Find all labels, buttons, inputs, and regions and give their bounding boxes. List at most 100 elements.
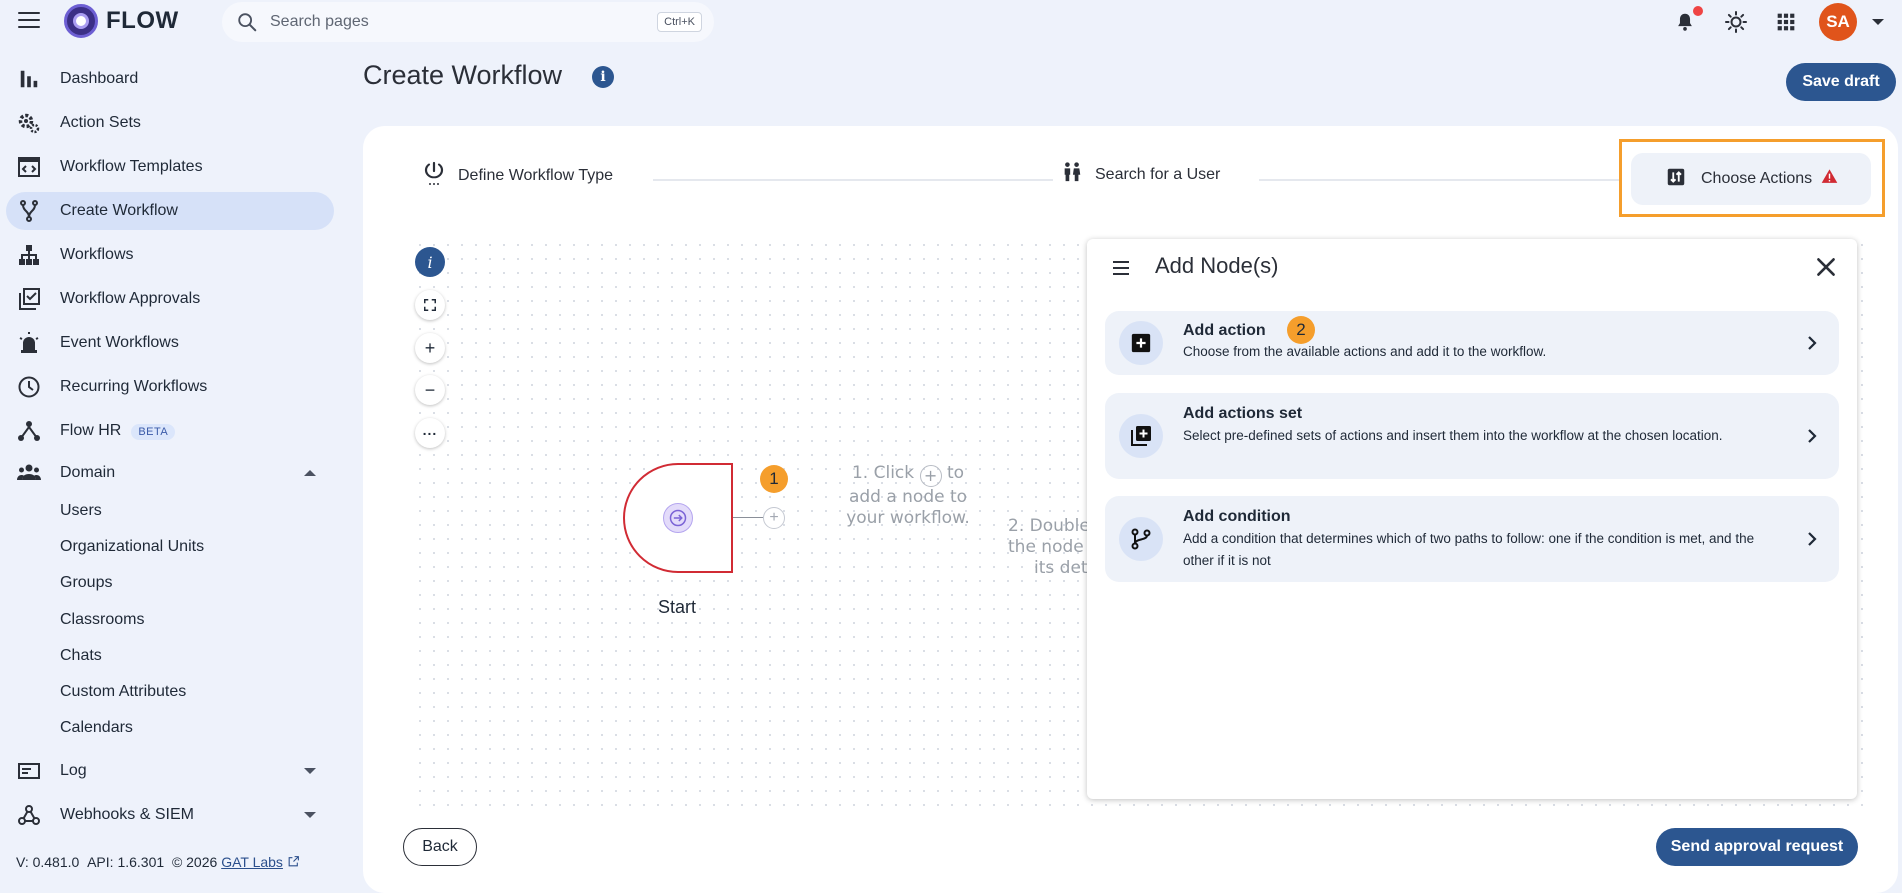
sidebar-item-action-sets[interactable]: Action Sets xyxy=(6,104,334,142)
page-title: Create Workflow xyxy=(363,60,563,90)
external-link-icon xyxy=(288,856,299,867)
sidebar-subitem-custom-attributes[interactable]: Custom Attributes xyxy=(60,683,186,701)
log-icon xyxy=(16,758,42,784)
step-badge-1: 1 xyxy=(760,465,788,493)
more-options-icon[interactable]: ... xyxy=(415,418,445,448)
version-footer: V: 0.481.0 API: 1.6.301 © 2026 GAT Labs xyxy=(16,854,300,870)
user-avatar[interactable]: SA xyxy=(1819,3,1857,41)
siren-icon xyxy=(16,330,42,356)
step-label: Choose Actions xyxy=(1701,170,1813,187)
expand-chevron-icon[interactable] xyxy=(304,812,316,818)
panel-title: Add Node(s) xyxy=(1155,253,1279,278)
network-icon xyxy=(16,418,42,444)
bar-chart-icon xyxy=(16,66,42,92)
actions-icon xyxy=(1665,166,1687,193)
sidebar-subitem-groups[interactable]: Groups xyxy=(60,574,112,592)
add-node-icon[interactable]: + xyxy=(763,507,785,529)
sidebar-item-label: Flow HR xyxy=(60,422,122,439)
sidebar-item-create-workflow[interactable]: Create Workflow xyxy=(6,192,334,230)
search-input[interactable] xyxy=(270,13,630,31)
app-name: FLOW xyxy=(106,7,179,34)
canvas-hint-1: 1. Click + to add a node to your workflo… xyxy=(846,463,970,528)
start-node[interactable] xyxy=(623,463,733,573)
option-title: Add action xyxy=(1183,322,1266,339)
step-choose-actions[interactable]: Choose Actions xyxy=(1631,153,1871,205)
chevron-right-icon xyxy=(1808,532,1817,546)
notification-dot xyxy=(1693,6,1703,16)
sidebar-item-log[interactable]: Log xyxy=(6,752,334,790)
save-draft-button[interactable]: Save draft xyxy=(1786,63,1896,101)
node-connector xyxy=(733,517,763,518)
library-add-icon xyxy=(1119,414,1163,458)
bell-icon[interactable] xyxy=(1673,6,1703,34)
logo-icon xyxy=(64,4,98,38)
stepper-connector xyxy=(1259,179,1619,181)
step-badge-2: 2 xyxy=(1287,316,1315,344)
expand-chevron-icon[interactable] xyxy=(304,768,316,774)
sidebar-item-recurring-workflows[interactable]: Recurring Workflows xyxy=(6,368,334,406)
beta-badge: BETA xyxy=(131,424,176,440)
theme-toggle-icon[interactable] xyxy=(1724,10,1748,34)
step-search-for-user[interactable]: Search for a User xyxy=(1061,160,1220,189)
fit-view-icon[interactable] xyxy=(415,290,445,320)
sidebar-item-workflow-approvals[interactable]: Workflow Approvals xyxy=(6,280,334,318)
apps-grid-icon[interactable] xyxy=(1774,10,1798,34)
info-icon[interactable]: i xyxy=(592,66,614,88)
warning-icon xyxy=(1820,168,1839,190)
sidebar-item-workflows[interactable]: Workflows xyxy=(6,236,334,274)
option-description: Add a condition that determines which of… xyxy=(1183,531,1755,568)
sidebar-subitem-users[interactable]: Users xyxy=(60,502,102,520)
company-link[interactable]: GAT Labs xyxy=(221,854,283,870)
sidebar-item-dashboard[interactable]: Dashboard xyxy=(6,60,334,98)
gears-icon xyxy=(16,110,42,136)
sidebar-item-domain[interactable]: Domain xyxy=(6,454,334,492)
stepper-connector xyxy=(653,179,1053,181)
chevron-right-icon xyxy=(1808,336,1817,350)
sidebar-subitem-organizational-units[interactable]: Organizational Units xyxy=(60,538,204,556)
webhook-icon xyxy=(16,802,42,828)
zoom-out-icon[interactable]: − xyxy=(415,375,445,405)
arrow-right-icon xyxy=(663,503,693,533)
sidebar-subitem-classrooms[interactable]: Classrooms xyxy=(60,611,144,629)
add-node-panel: Add Node(s) Add action Choose from the a… xyxy=(1087,239,1857,799)
app-logo[interactable]: FLOW xyxy=(64,4,179,38)
sidebar-subitem-calendars[interactable]: Calendars xyxy=(60,719,133,737)
option-title: Add condition xyxy=(1183,508,1291,525)
add-action-option[interactable]: Add action Choose from the available act… xyxy=(1105,311,1839,375)
drag-handle-icon[interactable] xyxy=(1113,261,1129,279)
template-icon xyxy=(16,154,42,180)
add-condition-option[interactable]: Add condition Add a condition that deter… xyxy=(1105,496,1839,582)
clock-icon xyxy=(16,374,42,400)
top-bar: FLOW Ctrl+K SA xyxy=(0,0,1902,44)
power-icon xyxy=(422,160,446,191)
inline-plus-icon: + xyxy=(919,465,942,487)
sidebar-item-webhooks-siem[interactable]: Webhooks & SIEM xyxy=(6,796,334,834)
menu-icon[interactable] xyxy=(18,12,40,30)
chevron-right-icon xyxy=(1808,429,1817,443)
close-icon[interactable] xyxy=(1813,254,1839,280)
sidebar-item-flow-hr[interactable]: Flow HR BETA xyxy=(6,412,334,450)
search-icon xyxy=(238,13,257,32)
collapse-chevron-icon[interactable] xyxy=(304,470,316,476)
start-node-label: Start xyxy=(658,597,697,617)
branch-icon xyxy=(1119,517,1163,561)
add-actions-set-option[interactable]: Add actions set Select pre-defined sets … xyxy=(1105,393,1839,479)
back-button[interactable]: Back xyxy=(403,828,477,866)
account-menu-chevron-icon[interactable] xyxy=(1872,19,1884,25)
zoom-in-icon[interactable]: + xyxy=(415,333,445,363)
step-define-workflow-type[interactable]: Define Workflow Type xyxy=(422,160,613,191)
sidebar-item-workflow-templates[interactable]: Workflow Templates xyxy=(6,148,334,186)
sidebar-subitem-chats[interactable]: Chats xyxy=(60,647,102,665)
step-label: Search for a User xyxy=(1095,165,1221,183)
people-icon xyxy=(16,460,42,486)
step-label: Define Workflow Type xyxy=(458,166,614,184)
sidebar-item-event-workflows[interactable]: Event Workflows xyxy=(6,324,334,362)
option-title: Add actions set xyxy=(1183,405,1303,422)
canvas-info-icon[interactable]: i xyxy=(415,247,445,277)
send-approval-request-button[interactable]: Send approval request xyxy=(1656,828,1858,866)
canvas-hint-2: 2. Double the node its det xyxy=(1008,516,1090,578)
search-shortcut: Ctrl+K xyxy=(657,12,702,32)
search-box[interactable]: Ctrl+K xyxy=(222,2,714,42)
add-box-icon xyxy=(1119,321,1163,365)
option-description: Choose from the available actions and ad… xyxy=(1183,344,1547,359)
